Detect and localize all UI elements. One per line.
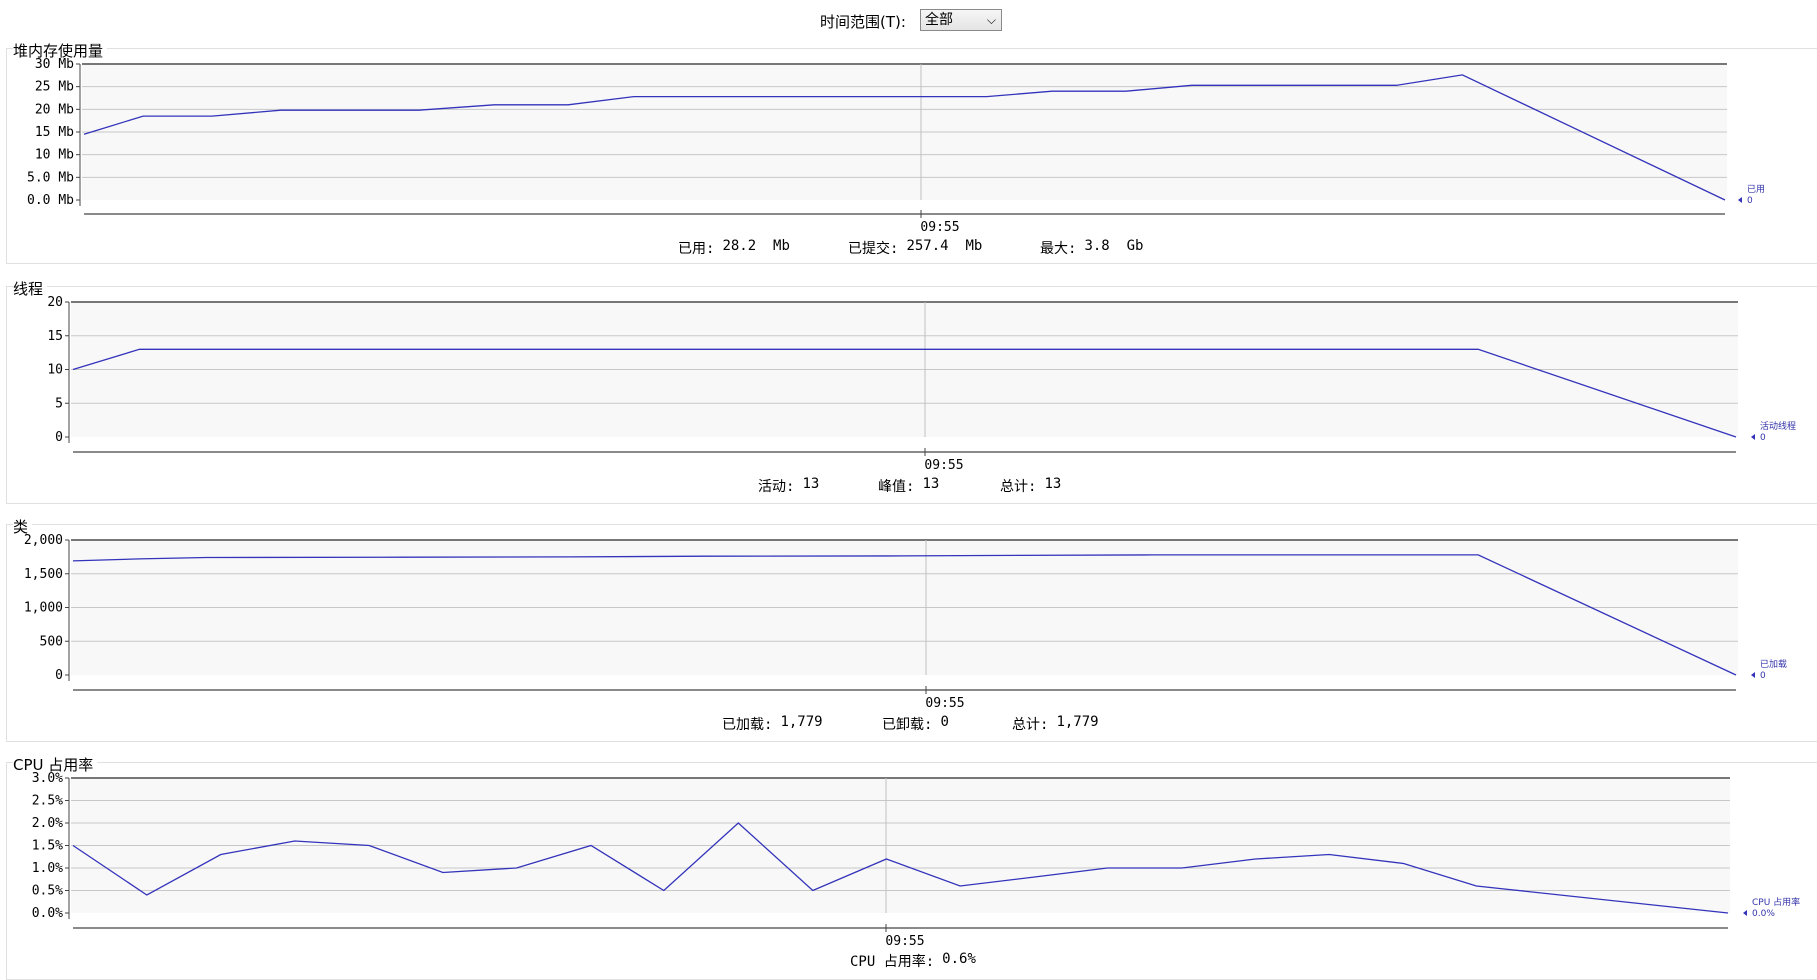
chevron-down-icon: ⌵ bbox=[986, 13, 996, 27]
chart-panel bbox=[6, 48, 1817, 264]
chart-panel bbox=[6, 286, 1817, 504]
stat-value: 3.8 Gb bbox=[1084, 238, 1144, 254]
stat-value: 13 bbox=[1044, 476, 1062, 492]
stat-value: 257.4 Mb bbox=[906, 238, 983, 254]
stat-value: 13 bbox=[922, 476, 940, 492]
stat-value: 0 bbox=[940, 714, 949, 730]
chart-panel bbox=[6, 524, 1817, 742]
stat-label: 总计: bbox=[1012, 717, 1049, 733]
stat-value: 1,779 bbox=[780, 714, 823, 730]
stat-value: 1,779 bbox=[1056, 714, 1099, 730]
chart-panel bbox=[6, 762, 1817, 980]
stat-label: 活动: bbox=[758, 479, 795, 495]
stat-label: 已卸载: bbox=[882, 717, 933, 733]
panel-title: CPU 占用率 bbox=[13, 754, 98, 775]
stat-label: CPU 占用率: bbox=[850, 954, 935, 970]
panel-title: 堆内存使用量 bbox=[13, 40, 108, 61]
panel-title: 类 bbox=[13, 516, 33, 537]
panel-title: 线程 bbox=[13, 278, 48, 299]
stat-label: 峰值: bbox=[878, 479, 915, 495]
toolbar: 时间范围(T): 全部 ⌵ bbox=[0, 0, 1817, 40]
stat-label: 已提交: bbox=[848, 241, 899, 257]
stat-label: 已加载: bbox=[722, 717, 773, 733]
stat-value: 13 bbox=[802, 476, 820, 492]
time-range-select[interactable]: 全部 ⌵ bbox=[920, 9, 1002, 31]
stat-label: 总计: bbox=[1000, 479, 1037, 495]
time-range-value: 全部 bbox=[925, 12, 953, 28]
time-range-label: 时间范围(T): bbox=[820, 13, 906, 31]
stat-value: 0.6% bbox=[942, 951, 976, 967]
stat-label: 最大: bbox=[1040, 241, 1077, 257]
stat-label: 已用: bbox=[678, 241, 715, 257]
stat-value: 28.2 Mb bbox=[722, 238, 790, 254]
